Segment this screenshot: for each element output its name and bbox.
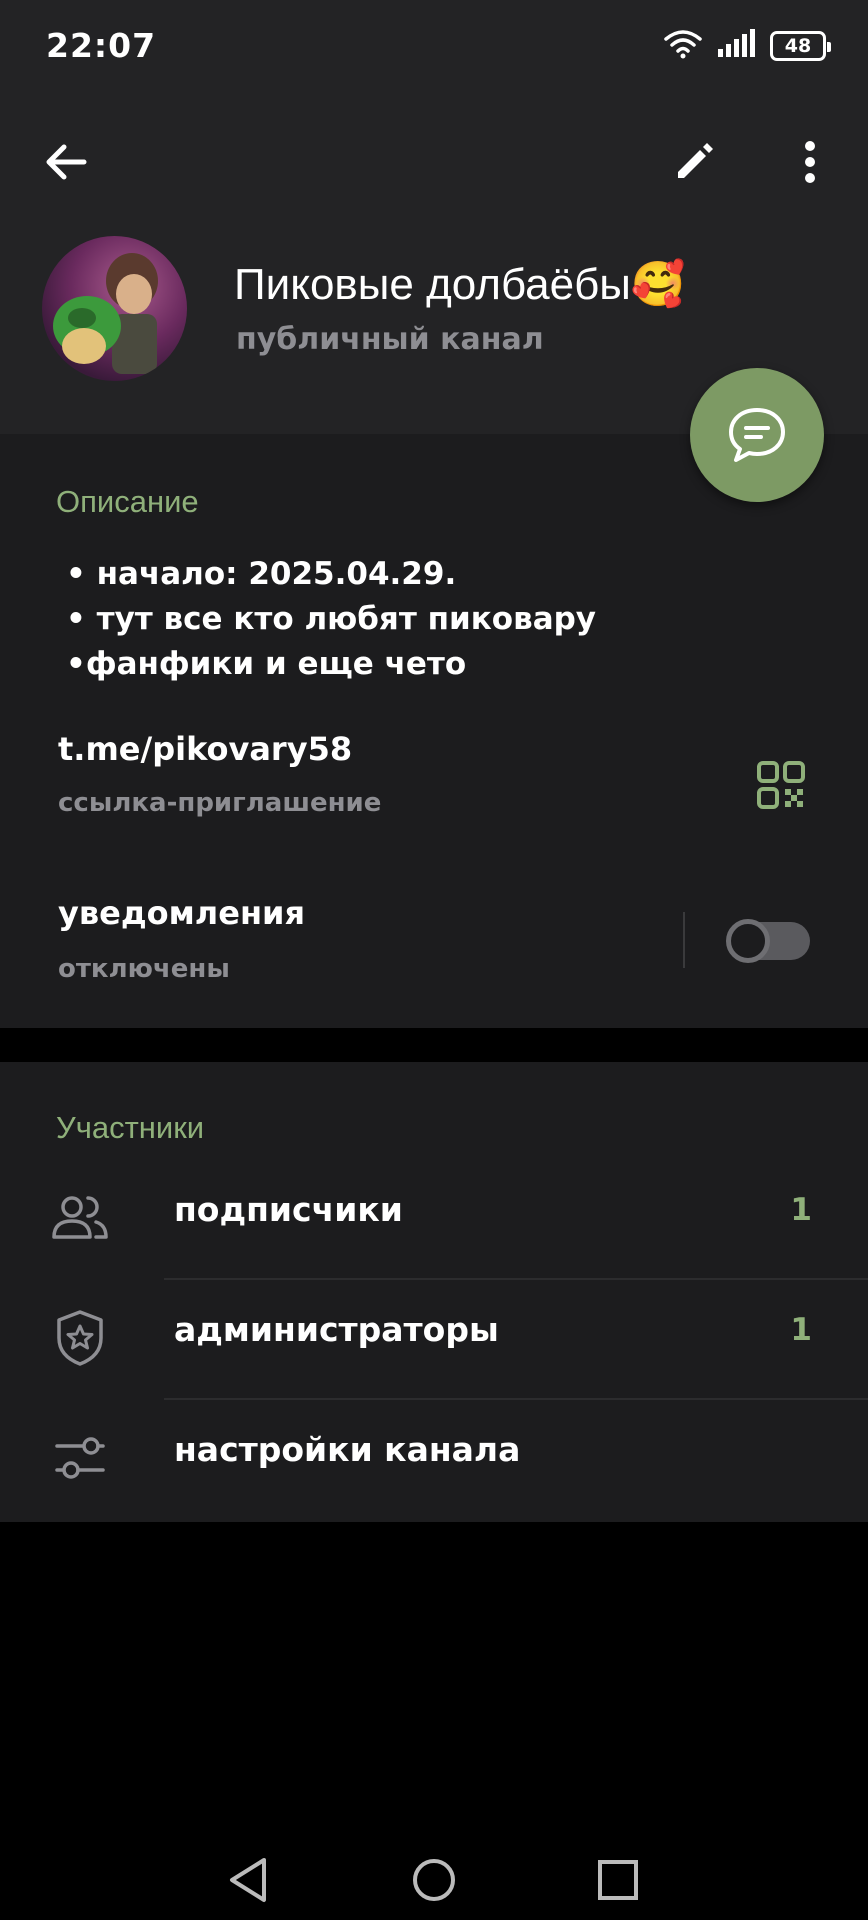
circle-home-icon	[413, 1859, 455, 1901]
back-button[interactable]	[30, 126, 102, 198]
system-nav-bar	[0, 1820, 868, 1920]
description-line: • тут все кто любят пиковару	[66, 601, 597, 637]
people-icon	[48, 1186, 112, 1250]
channel-title: Пиковые долбаёбы🥰	[234, 260, 686, 309]
signal-icon	[716, 29, 756, 63]
edit-button[interactable]	[658, 126, 730, 198]
invite-link-caption: ссылка-приглашение	[58, 788, 382, 818]
invite-link-row[interactable]: t.me/pikovary58 ссылка-приглашение	[0, 730, 868, 850]
info-section: Описание • начало: 2025.04.29. • тут все…	[0, 434, 868, 1028]
status-time: 22:07	[46, 26, 157, 65]
status-bar: 22:07 48	[0, 0, 868, 96]
shield-star-icon	[48, 1306, 112, 1370]
channel-settings-label: настройки канала	[174, 1430, 521, 1469]
description-line: • начало: 2025.04.29.	[66, 556, 457, 592]
triangle-back-icon	[230, 1858, 266, 1902]
toggle-knob	[726, 919, 770, 963]
more-vertical-icon	[805, 141, 815, 183]
description-line: •фанфики и еще чето	[66, 646, 467, 682]
square-recents-icon	[598, 1860, 638, 1900]
nav-recents-button[interactable]	[588, 1850, 648, 1910]
notifications-toggle[interactable]	[726, 919, 810, 963]
sliders-icon	[48, 1426, 112, 1490]
channel-avatar[interactable]	[42, 236, 187, 381]
more-options-button[interactable]	[774, 126, 846, 198]
arrow-left-icon	[46, 144, 87, 180]
vertical-divider	[683, 912, 685, 968]
description-label: Описание	[56, 484, 199, 519]
qr-code-button[interactable]	[756, 760, 806, 810]
administrators-row[interactable]: администраторы 1	[0, 1280, 868, 1400]
qr-code-icon	[757, 761, 805, 809]
discuss-button[interactable]	[690, 368, 824, 502]
chat-bubble-icon	[729, 408, 785, 462]
members-label: Участники	[56, 1110, 205, 1145]
battery-level: 48	[784, 35, 812, 57]
administrators-label: администраторы	[174, 1310, 499, 1349]
channel-settings-row[interactable]: настройки канала	[0, 1400, 868, 1520]
notifications-label: уведомления	[58, 894, 306, 932]
administrators-count: 1	[790, 1312, 812, 1348]
members-section: Участники подписчики 1 администраторы 1 …	[0, 1062, 868, 1522]
wifi-icon	[664, 29, 702, 63]
invite-link[interactable]: t.me/pikovary58	[58, 730, 352, 768]
subscribers-row[interactable]: подписчики 1	[0, 1160, 868, 1280]
nav-home-button[interactable]	[404, 1850, 464, 1910]
channel-info-screen: 22:07 48 Пиковые долбаёбы🥰 публичный кан…	[0, 0, 868, 1920]
channel-type: публичный канал	[236, 322, 544, 357]
status-icons: 48	[664, 28, 831, 64]
subscribers-count: 1	[790, 1192, 812, 1228]
nav-back-button[interactable]	[218, 1850, 278, 1910]
pencil-icon	[678, 143, 713, 178]
notifications-status: отключены	[58, 954, 230, 984]
notifications-row[interactable]: уведомления отключены	[0, 894, 868, 1014]
subscribers-label: подписчики	[174, 1190, 403, 1229]
battery-icon: 48	[770, 31, 831, 61]
description-text: • начало: 2025.04.29. • тут все кто любя…	[66, 552, 806, 687]
